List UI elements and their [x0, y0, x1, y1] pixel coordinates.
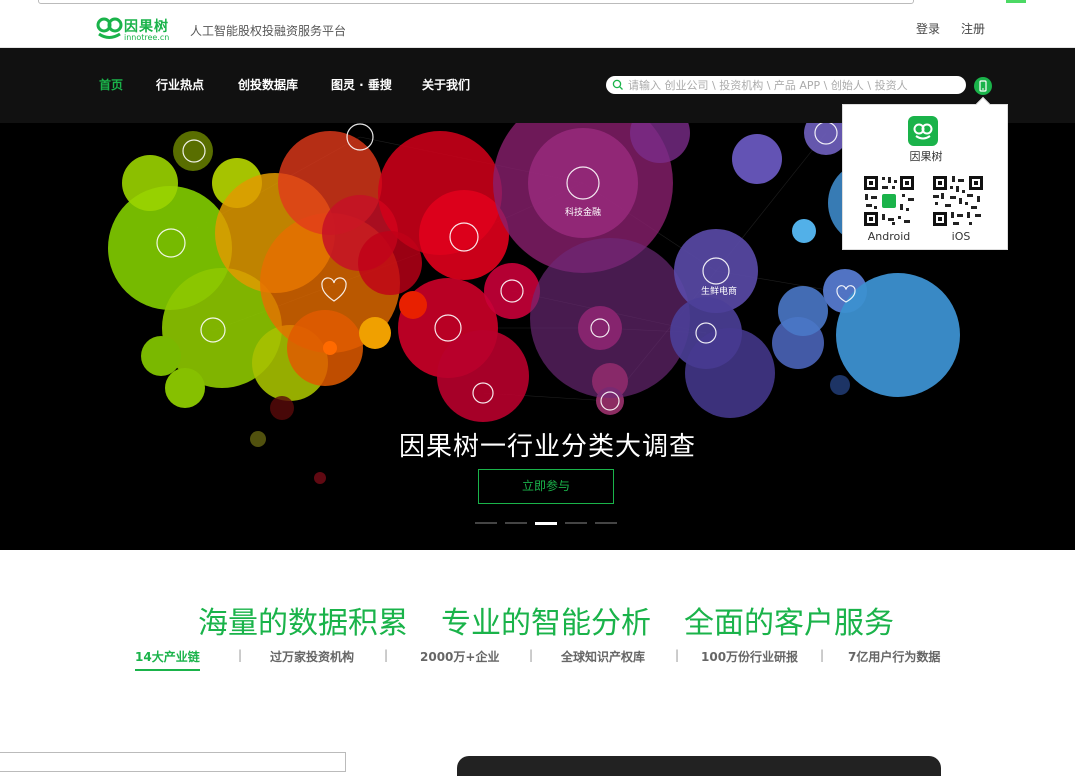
- logo-domain: innotree.cn: [124, 33, 170, 42]
- qr-code-icon: [862, 174, 916, 228]
- stat-tab-ip-library[interactable]: 全球知识产权库: [561, 648, 645, 665]
- browser-extension-badge: [1006, 0, 1026, 3]
- stat-tab-investors[interactable]: 过万家投资机构: [270, 648, 354, 665]
- stat-separator: |: [384, 648, 389, 662]
- bubble-label-fresh-ecommerce: 生鲜电商: [701, 285, 737, 297]
- login-link[interactable]: 登录: [916, 20, 940, 37]
- nav-item-industry-hotspots[interactable]: 行业热点: [156, 76, 204, 93]
- stat-tab-industry-chains[interactable]: 14大产业链: [135, 648, 200, 671]
- feature-headline-service: 全面的客户服务: [684, 606, 894, 641]
- participate-button[interactable]: 立即参与: [478, 469, 614, 504]
- ios-label: iOS: [951, 230, 971, 243]
- stat-tab-user-behavior[interactable]: 7亿用户行为数据: [848, 648, 940, 665]
- app-logo-icon: [908, 116, 938, 146]
- nav-item-turing-search[interactable]: 图灵 · 垂搜: [331, 76, 392, 93]
- stat-separator: |: [529, 648, 534, 662]
- hero-title: 因果树一行业分类大调查: [398, 432, 696, 462]
- search-box: [606, 76, 966, 94]
- carousel-dot-1[interactable]: [475, 522, 497, 524]
- feature-headline-data: 海量的数据积累: [198, 606, 408, 641]
- feature-headline-analysis: 专业的智能分析: [441, 606, 651, 641]
- carousel-dot-5[interactable]: [595, 522, 617, 524]
- search-input[interactable]: [628, 77, 958, 93]
- bottom-device-frame: [457, 756, 941, 776]
- site-slogan: 人工智能股权投融资服务平台: [190, 24, 347, 38]
- bubble-label-fintech: 科技金融: [565, 206, 601, 218]
- mobile-app-button[interactable]: [974, 77, 992, 95]
- mobile-phone-icon: [979, 80, 987, 92]
- app-download-popup: 因果树 Android iOS: [842, 96, 1008, 250]
- stat-tab-companies[interactable]: 2000万+企业: [420, 648, 499, 665]
- bottom-left-panel: [0, 752, 346, 772]
- browser-url-bar[interactable]: [38, 0, 914, 4]
- stat-separator: |: [675, 648, 680, 662]
- nav-item-about-us[interactable]: 关于我们: [422, 76, 470, 93]
- android-label: Android: [867, 230, 911, 243]
- browser-top-strip: [0, 0, 1075, 10]
- site-logo[interactable]: 因果树 innotree.cn: [96, 15, 176, 45]
- stat-tab-research-reports[interactable]: 100万份行业研报: [701, 648, 798, 665]
- qr-code-icon: [931, 174, 985, 228]
- logo-infinity-icon: [96, 17, 123, 39]
- search-icon[interactable]: [612, 79, 624, 91]
- carousel-indicators: [475, 522, 620, 526]
- nav-item-vc-database[interactable]: 创投数据库: [238, 76, 298, 93]
- app-name: 因果树: [909, 150, 943, 163]
- nav-item-home[interactable]: 首页: [99, 76, 123, 93]
- carousel-dot-2[interactable]: [505, 522, 527, 524]
- carousel-dot-4[interactable]: [565, 522, 587, 524]
- stat-separator: |: [238, 648, 243, 662]
- carousel-dot-3[interactable]: [535, 522, 557, 525]
- features-section: 海量的数据积累 专业的智能分析 全面的客户服务 14大产业链 | 过万家投资机构…: [0, 550, 1075, 776]
- stat-separator: |: [820, 648, 825, 662]
- top-header: 因果树 innotree.cn 人工智能股权投融资服务平台 登录 注册: [0, 10, 1075, 48]
- register-link[interactable]: 注册: [961, 20, 985, 37]
